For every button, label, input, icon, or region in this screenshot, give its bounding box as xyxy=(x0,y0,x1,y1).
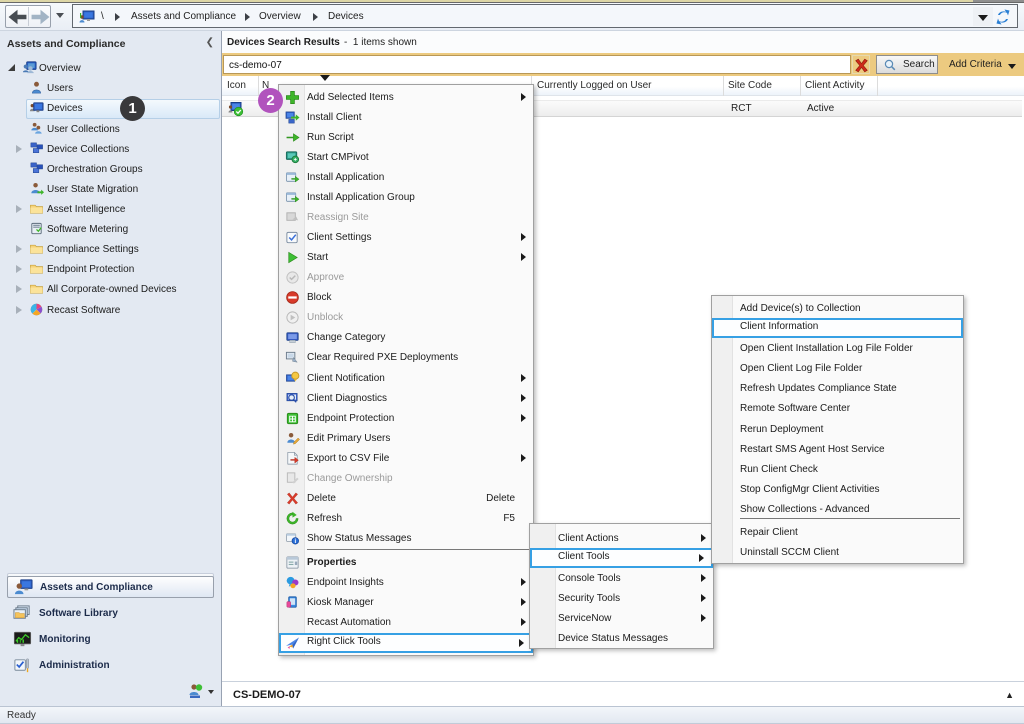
svg-text:i: i xyxy=(294,538,296,545)
